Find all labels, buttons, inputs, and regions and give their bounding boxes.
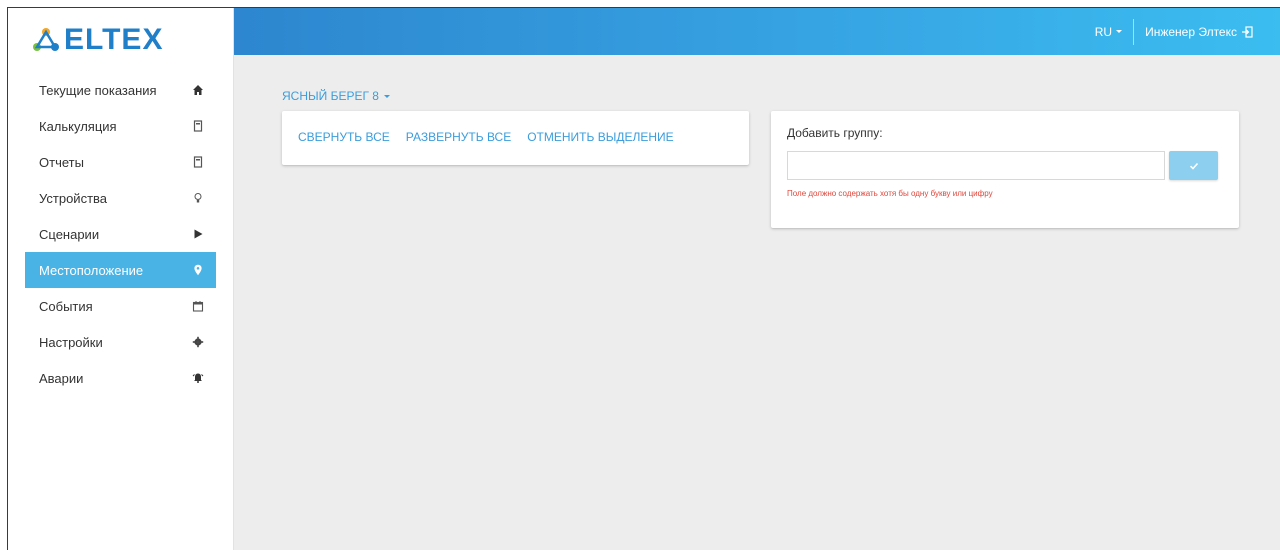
check-icon	[1189, 162, 1198, 170]
sidebar-item-label: Калькуляция	[39, 118, 117, 134]
gear-icon	[191, 335, 205, 349]
sidebar-item-settings[interactable]: Настройки	[25, 324, 216, 360]
logout-icon[interactable]	[1241, 25, 1253, 38]
app-window: ELTEX Текущие показания Калькуляция Отче…	[7, 7, 1280, 550]
main-content: ЯСНЫЙ БЕРЕГ 8 СВЕРНУТЬ ВСЕ РАЗВЕРНУТЬ ВС…	[234, 55, 1280, 550]
play-icon	[191, 227, 205, 241]
map-marker-icon	[191, 263, 205, 277]
sidebar-item-scenarios[interactable]: Сценарии	[25, 216, 216, 252]
location-name: ЯСНЫЙ БЕРЕГ 8	[282, 89, 379, 103]
sidebar-item-label: События	[39, 298, 93, 314]
tree-actions: СВЕРНУТЬ ВСЕ РАЗВЕРНУТЬ ВСЕ ОТМЕНИТЬ ВЫД…	[298, 130, 674, 144]
add-group-label: Добавить группу:	[787, 126, 883, 140]
sidebar-item-alarms[interactable]: Аварии	[25, 360, 216, 396]
expand-all-button[interactable]: РАЗВЕРНУТЬ ВСЕ	[406, 130, 511, 144]
report-icon	[191, 155, 205, 169]
eltex-logo[interactable]: ELTEX	[32, 23, 164, 56]
sidebar-nav: Текущие показания Калькуляция Отчеты Уст…	[25, 72, 216, 396]
sidebar-item-events[interactable]: События	[25, 288, 216, 324]
deselect-button[interactable]: ОТМЕНИТЬ ВЫДЕЛЕНИЕ	[527, 130, 673, 144]
calendar-icon	[191, 299, 205, 313]
sidebar-item-location[interactable]: Местоположение	[25, 252, 216, 288]
sidebar-item-label: Сценарии	[39, 226, 100, 242]
sidebar-item-label: Аварии	[39, 370, 84, 386]
sidebar-item-current-readings[interactable]: Текущие показания	[25, 72, 216, 108]
collapse-all-button[interactable]: СВЕРНУТЬ ВСЕ	[298, 130, 390, 144]
language-dropdown[interactable]: RU	[1095, 25, 1133, 39]
sidebar-item-calculation[interactable]: Калькуляция	[25, 108, 216, 144]
lightbulb-icon	[191, 191, 205, 205]
group-name-input[interactable]	[787, 151, 1165, 180]
sidebar-item-label: Местоположение	[39, 262, 144, 278]
location-tree-panel: СВЕРНУТЬ ВСЕ РАЗВЕРНУТЬ ВСЕ ОТМЕНИТЬ ВЫД…	[282, 111, 749, 165]
sidebar-item-reports[interactable]: Отчеты	[25, 144, 216, 180]
top-bar: RU Инженер Элтекс	[234, 8, 1280, 55]
location-dropdown[interactable]: ЯСНЫЙ БЕРЕГ 8	[282, 89, 390, 103]
add-group-submit-button[interactable]	[1169, 151, 1218, 180]
sidebar-item-label: Отчеты	[39, 154, 84, 170]
sidebar-item-label: Устройства	[39, 190, 108, 206]
sidebar-item-label: Текущие показания	[39, 82, 157, 98]
sidebar-item-label: Настройки	[39, 334, 103, 350]
add-group-panel: Добавить группу: Поле должно содержать х…	[771, 111, 1239, 228]
user-name: Инженер Элтекс	[1145, 24, 1237, 39]
home-icon	[191, 83, 205, 97]
logo-text: ELTEX	[64, 23, 164, 56]
eltex-logo-icon	[33, 28, 59, 51]
user-menu[interactable]: Инженер Элтекс	[1145, 25, 1253, 39]
top-bar-controls: RU Инженер Элтекс	[1095, 8, 1253, 55]
validation-error: Поле должно содержать хотя бы одну букву…	[787, 189, 993, 198]
chevron-down-icon	[1116, 30, 1123, 33]
language-label: RU	[1094, 24, 1113, 39]
sidebar: ELTEX Текущие показания Калькуляция Отче…	[8, 8, 234, 550]
sidebar-item-devices[interactable]: Устройства	[25, 180, 216, 216]
chevron-down-icon	[383, 94, 390, 98]
divider	[1133, 18, 1135, 45]
calculator-icon	[191, 119, 205, 133]
alarm-bell-icon	[191, 371, 205, 385]
